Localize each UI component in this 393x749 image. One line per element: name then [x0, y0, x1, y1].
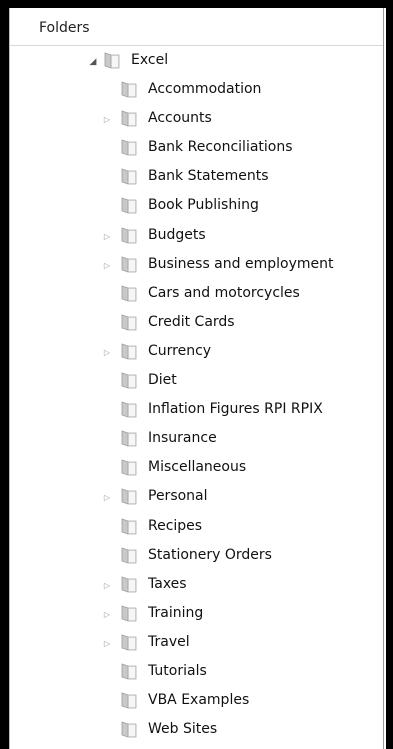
tree-node-item[interactable]: ▷ Travel: [10, 630, 383, 659]
tree-node-item[interactable]: Bank Reconciliations: [10, 135, 383, 164]
tree-node-label: Recipes: [148, 517, 203, 534]
folder-icon: [120, 197, 138, 214]
tree-node-label: Web Sites: [148, 721, 218, 738]
folder-icon: [120, 139, 138, 156]
tree-node-item[interactable]: Diet: [10, 368, 383, 397]
folder-icon: [120, 576, 138, 593]
collapsed-triangle-icon[interactable]: ▷: [102, 261, 112, 271]
folder-icon: [120, 110, 138, 127]
tree-node-label: Training: [148, 604, 204, 621]
collapsed-triangle-icon[interactable]: ▷: [102, 232, 112, 242]
folder-icon: [120, 488, 138, 505]
tree-node-label: Miscellaneous: [148, 459, 247, 476]
tree-node-item[interactable]: Accommodation: [10, 77, 383, 106]
collapsed-triangle-icon[interactable]: ▷: [102, 493, 112, 503]
collapsed-triangle-icon[interactable]: ▷: [102, 639, 112, 649]
folder-icon: [120, 692, 138, 709]
tree-node-item[interactable]: Cars and motorcycles: [10, 281, 383, 310]
tree-node-item[interactable]: Inflation Figures RPI RPIX: [10, 397, 383, 426]
tree-node-label: Accommodation: [148, 81, 262, 97]
tree-node-label: Accounts: [148, 110, 212, 127]
tree-node-item[interactable]: ▷ Budgets: [10, 223, 383, 252]
folder-icon: [103, 52, 121, 69]
folder-icon: [120, 285, 138, 302]
tree-node-label: Cars and motorcycles: [148, 284, 300, 301]
window-right-border: [386, 8, 393, 749]
tree-node-item[interactable]: Recipes: [10, 514, 383, 543]
tree-node-excel[interactable]: ◢ Excel: [10, 48, 383, 77]
folder-icon: [120, 430, 138, 447]
tree-node-item[interactable]: VBA Examples: [10, 688, 383, 717]
tree-node-item[interactable]: Stationery Orders: [10, 543, 383, 572]
collapsed-triangle-icon[interactable]: ▷: [102, 610, 112, 620]
tree-node-item[interactable]: Tutorials: [10, 659, 383, 688]
tree-node-item[interactable]: ▷ Currency: [10, 339, 383, 368]
tree-node-item[interactable]: Miscellaneous: [10, 455, 383, 484]
folder-icon: [120, 226, 138, 244]
folder-icon: [120, 605, 138, 622]
tree-node-item[interactable]: ▷ Taxes: [10, 572, 383, 601]
tree-node-label: Budgets: [148, 226, 206, 243]
tree-node-item[interactable]: ▷ Business and employment: [10, 252, 383, 281]
tree-node-label: Insurance: [148, 430, 217, 447]
tree-node-item[interactable]: Bank Statements: [10, 164, 383, 193]
folder-icon: [120, 547, 138, 564]
tree-node-item[interactable]: Credit Cards: [10, 310, 383, 339]
folder-icon: [120, 372, 138, 389]
pane-right-edge: [383, 8, 384, 749]
tree-node-label: Taxes: [148, 575, 187, 592]
folder-icon: [120, 663, 138, 680]
expanded-triangle-icon[interactable]: ◢: [88, 57, 98, 67]
folder-icon: [120, 81, 138, 98]
tree-node-item[interactable]: ▷ Accounts: [10, 106, 383, 135]
folder-icon: [120, 721, 138, 738]
tree-node-item[interactable]: ▷ Training: [10, 601, 383, 630]
tree-node-label: Bank Reconciliations: [148, 139, 293, 156]
collapsed-triangle-icon[interactable]: ▷: [102, 115, 112, 125]
collapsed-triangle-icon[interactable]: ▷: [102, 581, 112, 591]
folder-icon: [120, 168, 138, 185]
folders-header: Folders: [10, 8, 383, 46]
collapsed-triangle-icon[interactable]: ▷: [102, 348, 112, 358]
tree-node-item[interactable]: ▷ Personal: [10, 484, 383, 513]
folder-icon: [120, 314, 138, 331]
tree-node-label: Diet: [148, 372, 177, 388]
tree-node-item[interactable]: Web Sites: [10, 717, 383, 746]
tree-node-label: Business and employment: [148, 255, 334, 272]
tree-node-label: VBA Examples: [148, 692, 250, 709]
folder-icon: [120, 343, 138, 360]
tree-node-label: Credit Cards: [148, 313, 235, 330]
folders-title: Folders: [39, 20, 90, 36]
folder-icon: [120, 401, 138, 418]
tree-node-label: Tutorials: [148, 663, 207, 679]
tree-node-label: Inflation Figures RPI RPIX: [148, 401, 323, 418]
folder-icon: [120, 256, 138, 273]
window-top-border: [0, 0, 393, 8]
tree-node-item[interactable]: Book Publishing: [10, 193, 383, 222]
tree-node-label: Stationery Orders: [148, 546, 272, 563]
tree-node-item[interactable]: Insurance: [10, 426, 383, 455]
tree-node-label: Bank Statements: [148, 168, 269, 185]
tree-node-label: Personal: [148, 488, 208, 505]
tree-node-label: Book Publishing: [148, 197, 259, 214]
folders-pane: Folders ◢ Excel Accommodation ▷ Accounts Ba…: [0, 0, 393, 749]
tree-node-label: Excel: [131, 52, 169, 68]
tree-node-label: Travel: [148, 633, 190, 650]
window-left-border: [0, 0, 9, 749]
folder-icon: [120, 634, 138, 651]
folder-icon: [120, 459, 138, 476]
tree-node-label: Currency: [148, 342, 212, 359]
folder-icon: [120, 517, 138, 535]
